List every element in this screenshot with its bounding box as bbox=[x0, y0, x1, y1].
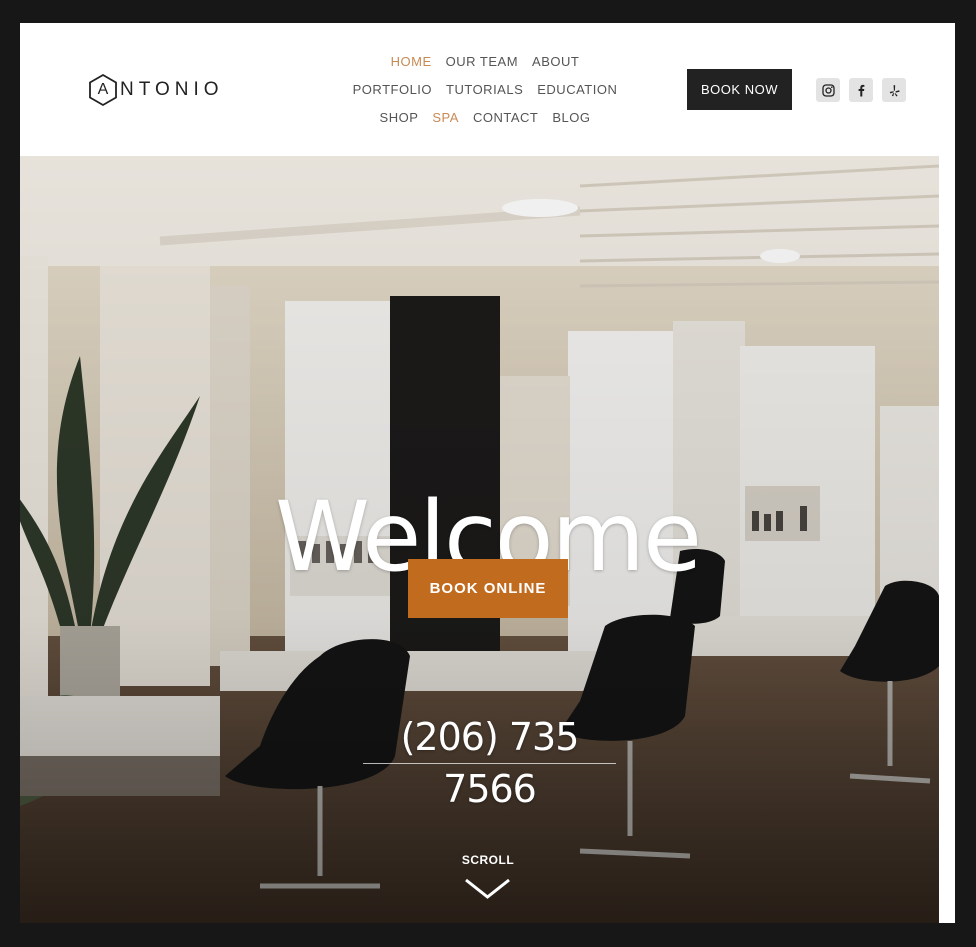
nav-tutorials[interactable]: TUTORIALS bbox=[446, 80, 523, 108]
nav-contact[interactable]: CONTACT bbox=[473, 108, 538, 136]
facebook-icon bbox=[858, 84, 864, 96]
nav-about[interactable]: ABOUT bbox=[532, 52, 579, 80]
nav-education[interactable]: EDUCATION bbox=[537, 80, 617, 108]
site-header: A NTONIO HOME OUR TEAM ABOUT PORTFOLIO T… bbox=[20, 23, 955, 156]
logo-text: NTONIO bbox=[120, 79, 224, 100]
nav-row: SHOP SPA CONTACT BLOG bbox=[350, 108, 620, 136]
logo-hexagon: A bbox=[88, 73, 118, 107]
instagram-icon bbox=[821, 83, 835, 97]
yelp-link[interactable] bbox=[882, 78, 906, 102]
book-now-button[interactable]: BOOK NOW bbox=[687, 69, 792, 110]
nav-shop[interactable]: SHOP bbox=[380, 108, 419, 136]
nav-spa[interactable]: SPA bbox=[432, 108, 459, 136]
book-online-button[interactable]: BOOK ONLINE bbox=[408, 559, 568, 618]
chevron-down-icon[interactable] bbox=[464, 877, 511, 901]
main-nav: HOME OUR TEAM ABOUT PORTFOLIO TUTORIALS … bbox=[350, 52, 620, 136]
nav-row: PORTFOLIO TUTORIALS EDUCATION bbox=[350, 80, 620, 108]
page-frame: A NTONIO HOME OUR TEAM ABOUT PORTFOLIO T… bbox=[20, 23, 955, 923]
site-logo[interactable]: A NTONIO bbox=[88, 73, 224, 107]
nav-row: HOME OUR TEAM ABOUT bbox=[350, 52, 620, 80]
facebook-link[interactable] bbox=[849, 78, 873, 102]
nav-our-team[interactable]: OUR TEAM bbox=[446, 52, 518, 80]
nav-home[interactable]: HOME bbox=[391, 52, 432, 80]
logo-letter: A bbox=[97, 81, 109, 98]
nav-blog[interactable]: BLOG bbox=[552, 108, 590, 136]
phone-number-link[interactable]: (206) 735 7566 bbox=[363, 711, 616, 811]
nav-portfolio[interactable]: PORTFOLIO bbox=[353, 80, 432, 108]
instagram-link[interactable] bbox=[816, 78, 840, 102]
yelp-icon bbox=[889, 84, 900, 96]
hero-section: Welcome BOOK ONLINE (206) 735 7566 SCROL… bbox=[20, 156, 939, 923]
scroll-label[interactable]: SCROLL bbox=[438, 853, 538, 867]
social-links bbox=[816, 78, 906, 102]
